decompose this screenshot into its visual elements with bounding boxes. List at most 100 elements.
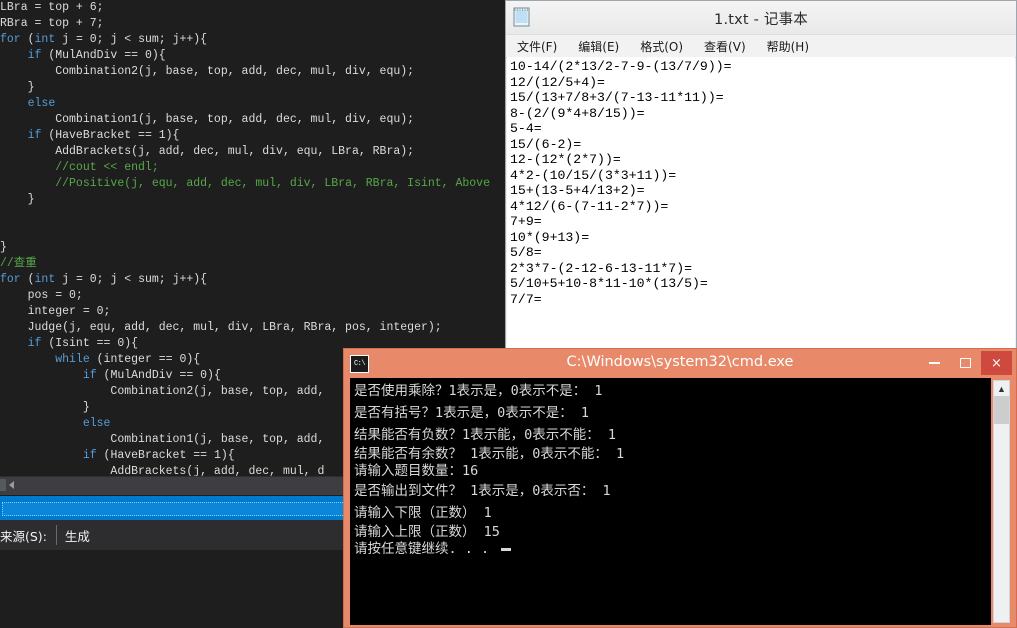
code-token: (Isint == 0){ [41,337,139,350]
cmd-scroll-thumb[interactable] [994,396,1009,424]
notepad-menubar[interactable]: 文件(F) 编辑(E) 格式(O) 查看(V) 帮助(H) [506,35,1016,58]
code-token: if [27,49,42,62]
code-token: Judge(j, equ, add, dec, mul, div, LBra, … [0,321,442,334]
code-line: for (int j = 0; j < sum; j++){ [0,272,505,288]
code-token: Combination2(j, base, top, add, dec, mul… [0,65,415,78]
notepad-line: 8-(2/(9*4+8/15))= [510,105,645,121]
code-line: integer = 0; [0,304,505,320]
cmd-console-output[interactable]: 是否使用乘除？1表示是，0表示不是： 1 是否有括号？1表示是，0表示不是： 1 结… [350,378,991,625]
notepad-line: 4*12/(6-(7-11-2*7))= [510,198,669,214]
cmd-title: C:\Windows\system32\cmd.exe [566,354,794,370]
code-token: //查重 [0,257,37,270]
chevron-left-icon[interactable] [9,481,14,489]
code-token: (HaveBracket == 1){ [96,449,235,462]
maximize-button[interactable] [950,351,981,375]
code-line: Judge(j, equ, add, dec, mul, div, LBra, … [0,320,505,336]
minimize-button[interactable] [919,351,950,375]
code-line: //Positive(j, equ, add, dec, mul, div, L… [0,176,505,192]
menu-help[interactable]: 帮助(H) [764,37,812,56]
code-token: else [82,417,111,430]
code-line: pos = 0; [0,288,505,304]
notepad-line: 10*(9+13)= [510,229,590,245]
notepad-line: 4*2-(10/15/(3*3+11))= [510,167,677,183]
output-source-label: 来源(S): [0,528,47,544]
cmd-console-lines: 是否使用乘除？1表示是，0表示不是： 1 是否有括号？1表示是，0表示不是： 1 结… [354,380,991,558]
code-token: Combination2(j, base, top, add, [0,385,332,398]
code-token: if [82,369,97,382]
close-icon: × [991,355,1002,371]
code-token: while [55,353,90,366]
code-token: for [0,33,21,46]
cmd-output-line: 结果能否有负数？1表示能，0表示不能： 1 [354,427,617,443]
code-token: } [0,241,7,254]
cmd-vertical-scrollbar[interactable]: ▲ [993,380,1010,623]
chevron-up-icon[interactable]: ▲ [994,381,1009,396]
code-token: (HaveBracket == 1){ [41,129,180,142]
code-line: Combination2(j, base, top, add, dec, mul… [0,64,505,80]
notepad-line: 15+(13-5+4/13+2)= [510,183,645,198]
cmd-output-line: 请输入下限（正数） 1 [354,505,492,521]
code-line: //查重 [0,256,505,272]
code-line: AddBrackets(j, add, dec, mul, div, equ, … [0,144,505,160]
code-token: if [27,129,42,142]
code-line: } [0,192,505,208]
cmd-output-line: 结果能否有余数？ 1表示能，0表示不能： 1 [354,446,625,462]
notepad-window[interactable]: 1.txt - 记事本 文件(F) 编辑(E) 格式(O) 查看(V) 帮助(H… [505,0,1017,352]
notepad-line: 5/8= [510,245,542,260]
notepad-text-area[interactable]: 10-14/(2*13/2-7-9-(13/7/9))= 12/(12/5+4)=… [507,57,1015,350]
code-line: if (HaveBracket == 1){ [0,128,505,144]
menu-view[interactable]: 查看(V) [701,37,749,56]
code-token: RBra = top + 7; [0,17,104,30]
maximize-icon [960,358,971,368]
output-source-combobox[interactable]: 生成 [55,525,90,545]
code-line: LBra = top + 6; [0,0,505,16]
cmd-output-line: 请输入题目数量：16 [354,463,479,479]
cmd-output-line: 请输入上限（正数） 15 [354,524,500,540]
code-token: Combination1(j, base, top, add, dec, mul… [0,113,415,126]
code-token: } [0,81,35,94]
code-token: Combination1(j, base, top, add, [0,433,325,446]
cmd-output-line: 是否有括号？1表示是，0表示不是： 1 [354,405,590,421]
cmd-titlebar[interactable]: C:\ C:\Windows\system32\cmd.exe × [344,349,1016,378]
notepad-line: 15/(13+7/8+3/(7-13-11*11))= [510,90,724,105]
notepad-line: 5/10+5+10-8*11-10*(13/5)= [510,276,708,291]
close-button[interactable]: × [981,351,1012,375]
code-token: j = 0; j < sum; j++){ [55,33,208,46]
code-token: int [34,33,56,46]
code-token: ( [20,33,35,46]
code-token: (MulAndDiv == 0){ [41,49,166,62]
code-line: RBra = top + 7; [0,16,505,32]
cmd-window-buttons: × [919,351,1012,375]
code-token: for [0,273,21,286]
notepad-titlebar[interactable]: 1.txt - 记事本 [506,1,1016,35]
code-token: ( [20,273,35,286]
notepad-line: 7+9= [510,214,542,229]
menu-format[interactable]: 格式(O) [637,37,686,56]
code-token: } [0,401,90,414]
notepad-line: 10-14/(2*13/2-7-9-(13/7/9))= [510,59,732,74]
editor-horizontal-scroll-thumb[interactable] [0,479,6,491]
code-token: (MulAndDiv == 0){ [96,369,221,382]
code-token: else [27,97,56,110]
code-token: int [34,273,56,286]
code-token: j = 0; j < sum; j++){ [55,273,208,286]
code-token: integer = 0; [0,305,111,318]
code-line: if (MulAndDiv == 0){ [0,48,505,64]
code-line: Combination1(j, base, top, add, dec, mul… [0,112,505,128]
cmd-window[interactable]: C:\ C:\Windows\system32\cmd.exe × 是否使用乘除… [343,348,1017,628]
code-line: else [0,96,505,112]
code-token: (integer == 0){ [89,353,201,366]
menu-file[interactable]: 文件(F) [514,37,560,56]
cmd-output-line: 是否输出到文件？ 1表示是，0表示否： 1 [354,483,611,499]
code-token: //cout << endl; [55,161,159,174]
menu-edit[interactable]: 编辑(E) [575,37,622,56]
notepad-text-lines: 10-14/(2*13/2-7-9-(13/7/9))= 12/(12/5+4)=… [507,57,1015,307]
code-line: //cout << endl; [0,160,505,176]
code-line: } [0,80,505,96]
